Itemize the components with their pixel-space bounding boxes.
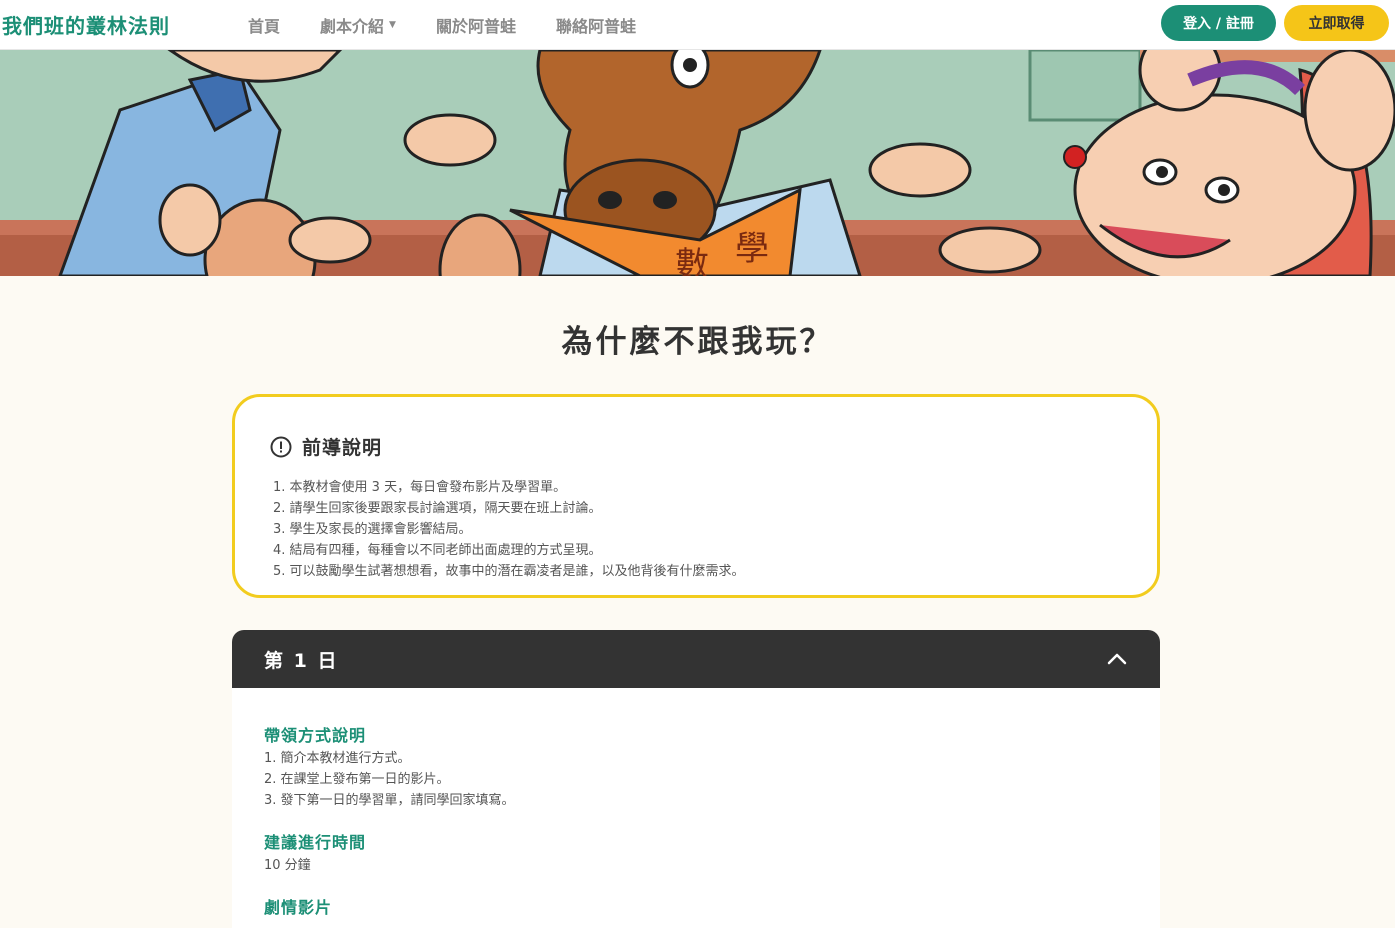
intro-item: 5. 可以鼓勵學生試著想想看，故事中的潛在霸凌者是誰，以及他背後有什麼需求。 <box>273 564 745 579</box>
nav-item-contact[interactable]: 聯絡阿普蛙 <box>556 13 636 37</box>
nav-item-label: 關於阿普蛙 <box>435 17 516 36</box>
hero-banner: 數 學 <box>0 50 1395 276</box>
chevron-up-icon[interactable] <box>1107 649 1127 669</box>
nav-item-label: 劇本介紹 <box>320 17 385 36</box>
intro-item: 3. 學生及家長的選擇會影響結局。 <box>273 522 472 537</box>
intro-list: 1. 本教材會使用 3 天，每日會發布影片及學習單。 2. 請學生回家後要跟家長… <box>273 477 745 582</box>
section-title-video: 劇情影片 <box>264 898 333 917</box>
intro-title: 前導說明 <box>302 437 383 459</box>
book-text-2: 學 <box>735 229 769 269</box>
day-label: 第 1 日 <box>264 650 339 672</box>
section-line: 10 分鐘 <box>264 858 311 873</box>
intro-item: 1. 本教材會使用 3 天，每日會發布影片及學習單。 <box>273 480 567 495</box>
intro-header: 前導說明 <box>270 433 382 460</box>
alert-circle-icon <box>270 436 292 457</box>
nav-item-scripts[interactable]: 劇本介紹 ▼ <box>320 13 396 37</box>
caret-down-icon: ▼ <box>389 20 396 30</box>
day-1-content: 帶領方式說明 1. 簡介本教材進行方式。 2. 在課堂上發布第一日的影片。 3.… <box>232 688 1160 928</box>
top-navbar: 我們班的叢林法則 首頁 劇本介紹 ▼ 關於阿普蛙 聯絡阿普蛙 登入 / 註冊 立… <box>0 0 1395 50</box>
nav-item-about[interactable]: 關於阿普蛙 <box>436 13 516 37</box>
get-now-button[interactable]: 立即取得 <box>1284 5 1389 41</box>
intro-card: 前導說明 1. 本教材會使用 3 天，每日會發布影片及學習單。 2. 請學生回家… <box>232 394 1160 598</box>
section-line: 3. 發下第一日的學習單，請同學回家填寫。 <box>264 793 515 808</box>
section-line: 1. 簡介本教材進行方式。 <box>264 751 411 766</box>
nav-item-label: 首頁 <box>248 17 281 36</box>
intro-item: 2. 請學生回家後要跟家長討論選項，隔天要在班上討論。 <box>273 501 602 516</box>
login-register-button[interactable]: 登入 / 註冊 <box>1161 5 1276 41</box>
nav-item-label: 聯絡阿普蛙 <box>555 17 636 36</box>
section-line: 2. 在課堂上發布第一日的影片。 <box>264 772 450 787</box>
section-title-time: 建議進行時間 <box>264 833 367 852</box>
page-title: 為什麼不跟我玩？ <box>561 324 834 360</box>
day-1-accordion-header[interactable]: 第 1 日 <box>232 630 1160 688</box>
book-text-1: 數 <box>675 245 709 276</box>
nav-item-home[interactable]: 首頁 <box>248 13 280 37</box>
hero-illustration: 數 學 <box>0 50 1395 276</box>
section-title-guide: 帶領方式說明 <box>264 726 367 745</box>
main-nav: 首頁 劇本介紹 ▼ 關於阿普蛙 聯絡阿普蛙 <box>248 13 676 37</box>
intro-item: 4. 結局有四種，每種會以不同老師出面處理的方式呈現。 <box>273 543 602 558</box>
site-logo[interactable]: 我們班的叢林法則 <box>2 10 170 39</box>
